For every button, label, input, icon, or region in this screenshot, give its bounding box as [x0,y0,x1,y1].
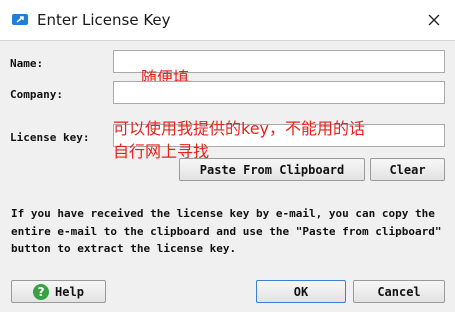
paste-from-clipboard-button[interactable]: Paste From Clipboard [179,158,365,181]
close-icon [428,14,440,26]
info-text: If you have received the license key by … [11,207,442,255]
name-label: Name: [10,57,44,70]
cancel-button[interactable]: Cancel [353,280,445,303]
help-icon: ? [33,283,50,300]
license-key-label: License key: [10,131,90,144]
window-title: Enter License Key [37,11,171,29]
help-label: Help [55,284,84,299]
help-button[interactable]: ? Help [11,280,106,303]
company-label: Company: [10,88,63,101]
clear-button[interactable]: Clear [370,158,445,181]
app-icon [12,14,28,25]
title-bar: Enter License Key [0,0,455,41]
license-annotation-line1: 可以使用我提供的key，不能用的话 [113,119,366,138]
company-field[interactable] [113,81,445,104]
ok-button[interactable]: OK [256,280,346,303]
close-button[interactable] [419,6,449,34]
